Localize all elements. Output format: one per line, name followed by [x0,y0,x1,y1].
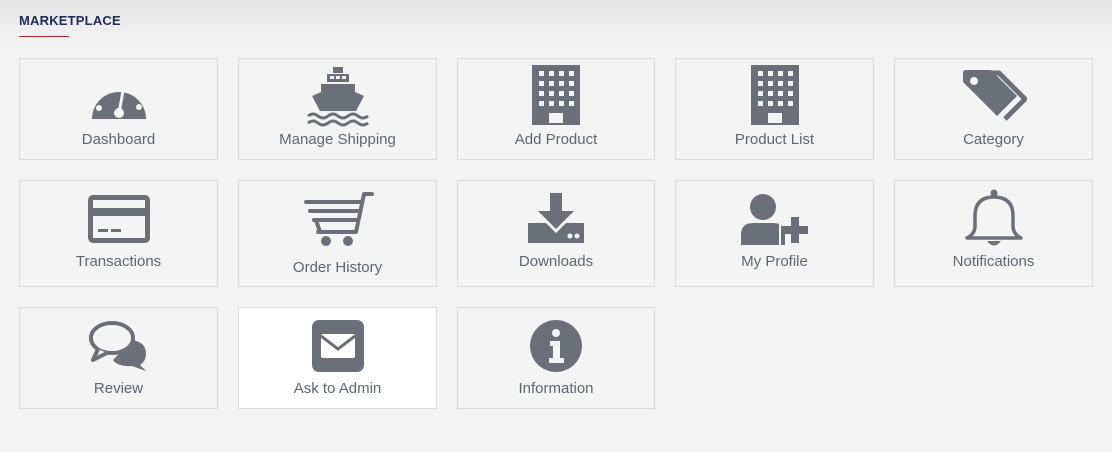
tile-notifications[interactable]: Notifications [894,180,1093,287]
tile-label: Add Product [514,131,598,148]
tags-icon [895,67,1092,127]
tile-label: Manage Shipping [279,131,396,148]
tile-label: Review [93,380,144,397]
tile-downloads[interactable]: Downloads [457,180,655,287]
info-icon [458,316,654,376]
credit-card-icon [20,189,217,249]
section-title: MARKETPLACE [19,13,121,28]
building-icon [676,61,873,129]
tile-order-history[interactable]: Order History [238,180,437,287]
tile-manage-shipping[interactable]: Manage Shipping [238,58,437,160]
header-shadow [0,0,1112,50]
tile-label: Category [963,131,1024,148]
tile-product-list[interactable]: Product List [675,58,874,160]
download-icon [458,189,654,249]
tile-information[interactable]: Information [457,307,655,409]
cart-icon [239,189,436,249]
bell-icon [895,189,1092,249]
tile-label: Notifications [952,253,1035,270]
title-underline [19,36,69,37]
tile-dashboard[interactable]: Dashboard [19,58,218,160]
tile-ask-to-admin[interactable]: Ask to Admin [238,307,437,409]
user-plus-icon [676,189,873,249]
tile-my-profile[interactable]: My Profile [675,180,874,287]
tile-label: Downloads [518,253,594,270]
ship-icon [239,67,436,127]
tile-label: My Profile [741,253,808,270]
tile-category[interactable]: Category [894,58,1093,160]
tile-add-product[interactable]: Add Product [457,58,655,160]
tile-label: Product List [734,131,815,148]
tile-label: Transactions [75,253,162,270]
tile-label: Ask to Admin [293,380,382,397]
comments-icon [20,316,217,376]
tile-label: Dashboard [81,131,156,148]
envelope-icon [239,316,436,376]
tile-review[interactable]: Review [19,307,218,409]
tile-transactions[interactable]: Transactions [19,180,218,287]
tile-label: Information [518,380,594,397]
dashboard-icon [20,67,217,127]
tile-label: Order History [292,259,383,276]
building-icon [458,61,654,129]
